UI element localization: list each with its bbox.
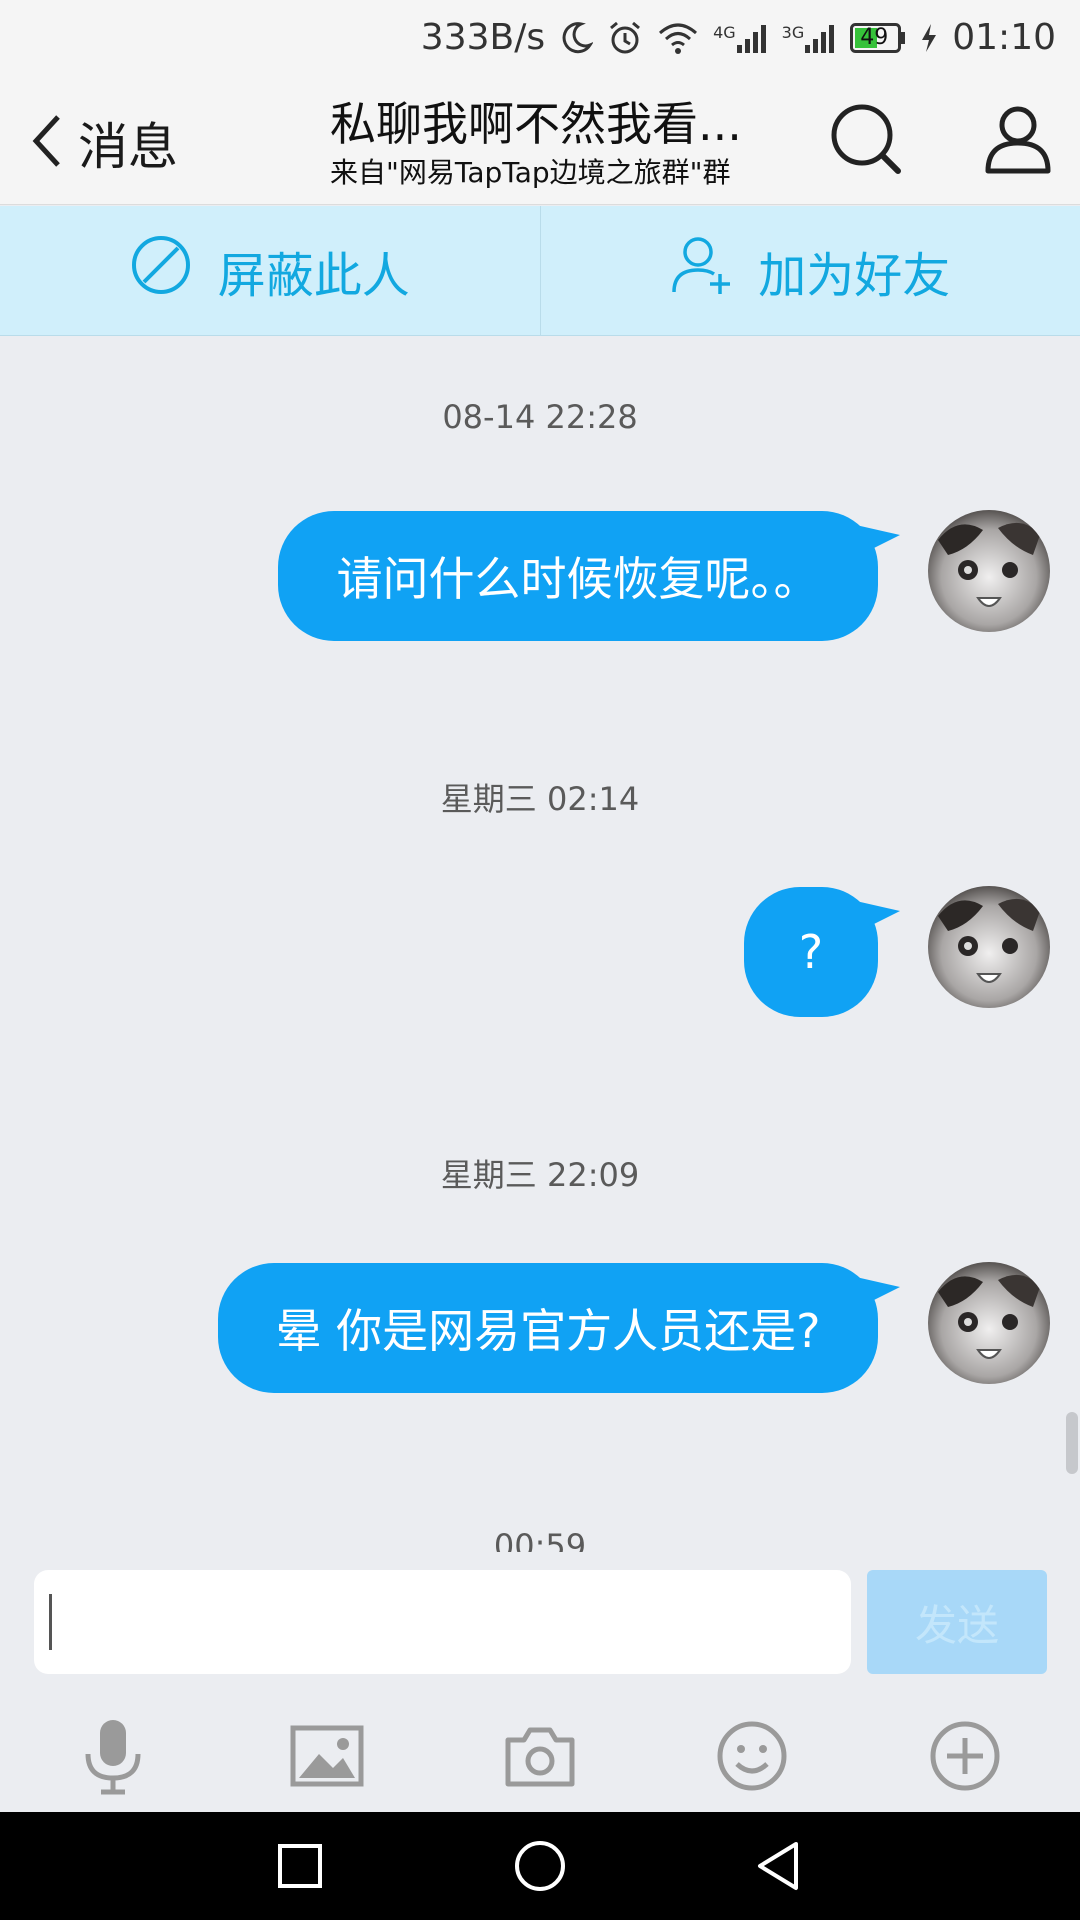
block-user-label: 屏蔽此人 — [217, 247, 410, 304]
moon-icon — [559, 21, 594, 55]
chat-toolbar — [0, 1692, 1080, 1812]
bubble-tail — [856, 1277, 900, 1309]
cat-avatar-icon — [928, 886, 1050, 1008]
avatar[interactable] — [928, 510, 1050, 632]
more-button[interactable] — [925, 1716, 1005, 1796]
voice-button[interactable] — [73, 1716, 153, 1796]
back-icon — [748, 1842, 812, 1902]
message-timestamp: 08-14 22:28 — [442, 398, 638, 436]
chat-bubble[interactable]: 晕 你是网易官方人员还是? — [218, 1263, 900, 1393]
plus-icon — [925, 1721, 1005, 1800]
message-timestamp: 00:59 — [493, 1527, 587, 1552]
message-text: ? — [798, 925, 824, 979]
camera-icon — [500, 1727, 580, 1800]
recents-button[interactable] — [268, 1834, 332, 1898]
stranger-action-bar: 屏蔽此人 加为好友 — [0, 206, 1080, 336]
chat-bubble[interactable]: 请问什么时候恢复呢。。 — [278, 511, 900, 641]
avatar[interactable] — [928, 886, 1050, 1008]
avatar[interactable] — [928, 1262, 1050, 1384]
charging-icon — [920, 23, 938, 53]
search-icon — [828, 104, 904, 181]
photo-button[interactable] — [287, 1716, 367, 1796]
conversation-title: 私聊我啊不然我看... — [330, 97, 742, 151]
alarm-icon — [607, 20, 643, 56]
cat-avatar-icon — [928, 510, 1050, 632]
image-icon — [287, 1725, 367, 1800]
emoji-button[interactable] — [712, 1716, 792, 1796]
add-friend-button[interactable]: 加为好友 — [539, 206, 1080, 335]
message-text: 晕 你是网易官方人员还是? — [275, 1304, 821, 1358]
network-4g-label: 4G — [713, 22, 736, 42]
camera-button[interactable] — [500, 1716, 580, 1796]
profile-button[interactable] — [980, 101, 1056, 177]
scrollbar-thumb[interactable] — [1066, 1412, 1078, 1474]
back-chevron-icon — [28, 113, 64, 173]
home-icon — [508, 1841, 572, 1902]
cat-avatar-icon — [928, 1262, 1050, 1384]
status-bar: 333B/s 4G 3G 49 01:10 — [0, 0, 1080, 75]
microphone-icon — [73, 1720, 153, 1800]
wifi-icon — [657, 21, 699, 55]
search-button[interactable] — [828, 101, 904, 177]
signal-icon: 3G — [782, 23, 837, 53]
conversation-subtitle: 来自"网易TapTap边境之旅群"群 — [330, 156, 731, 189]
network-3g-label: 3G — [781, 22, 805, 42]
emoji-icon — [712, 1721, 792, 1800]
block-user-button[interactable]: 屏蔽此人 — [0, 206, 540, 335]
message-timestamp: 星期三 22:09 — [440, 1156, 640, 1194]
title-bar: 消息 私聊我啊不然我看... 来自"网易TapTap边境之旅群"群 — [0, 75, 1080, 205]
clock: 01:10 — [952, 17, 1056, 58]
partial-timestamp-clip: 00:59 — [0, 1520, 1080, 1552]
back-button[interactable]: 消息 — [28, 103, 178, 183]
message-input[interactable] — [34, 1570, 851, 1674]
text-caret — [49, 1594, 52, 1650]
home-button[interactable] — [508, 1834, 572, 1898]
chat-screen: 333B/s 4G 3G 49 01:10 消息 私聊我啊不然我看... 来自"… — [0, 0, 1080, 1920]
message-timestamp: 星期三 02:14 — [440, 780, 640, 818]
signal-icon: 4G — [713, 23, 768, 53]
back-label: 消息 — [78, 118, 178, 176]
net-speed: 333B/s — [420, 17, 546, 58]
add-friend-icon — [670, 234, 732, 308]
profile-icon — [980, 106, 1056, 181]
recents-icon — [268, 1844, 332, 1902]
bubble-tail — [856, 525, 900, 557]
input-row: 发送 — [0, 1552, 1080, 1692]
nav-back-button[interactable] — [748, 1834, 812, 1898]
navigation-bar — [0, 1812, 1080, 1920]
send-button[interactable]: 发送 — [867, 1570, 1047, 1674]
bubble-tail — [856, 901, 900, 933]
chat-bubble[interactable]: ? — [744, 887, 900, 1017]
message-text: 请问什么时候恢复呢。。 — [336, 552, 820, 606]
battery-level: 49 — [860, 24, 889, 50]
block-icon — [130, 234, 192, 308]
conversation-title-block[interactable]: 私聊我啊不然我看... 来自"网易TapTap边境之旅群"群 — [330, 95, 760, 191]
add-friend-label: 加为好友 — [758, 247, 951, 304]
battery-icon: 49 — [850, 22, 906, 53]
